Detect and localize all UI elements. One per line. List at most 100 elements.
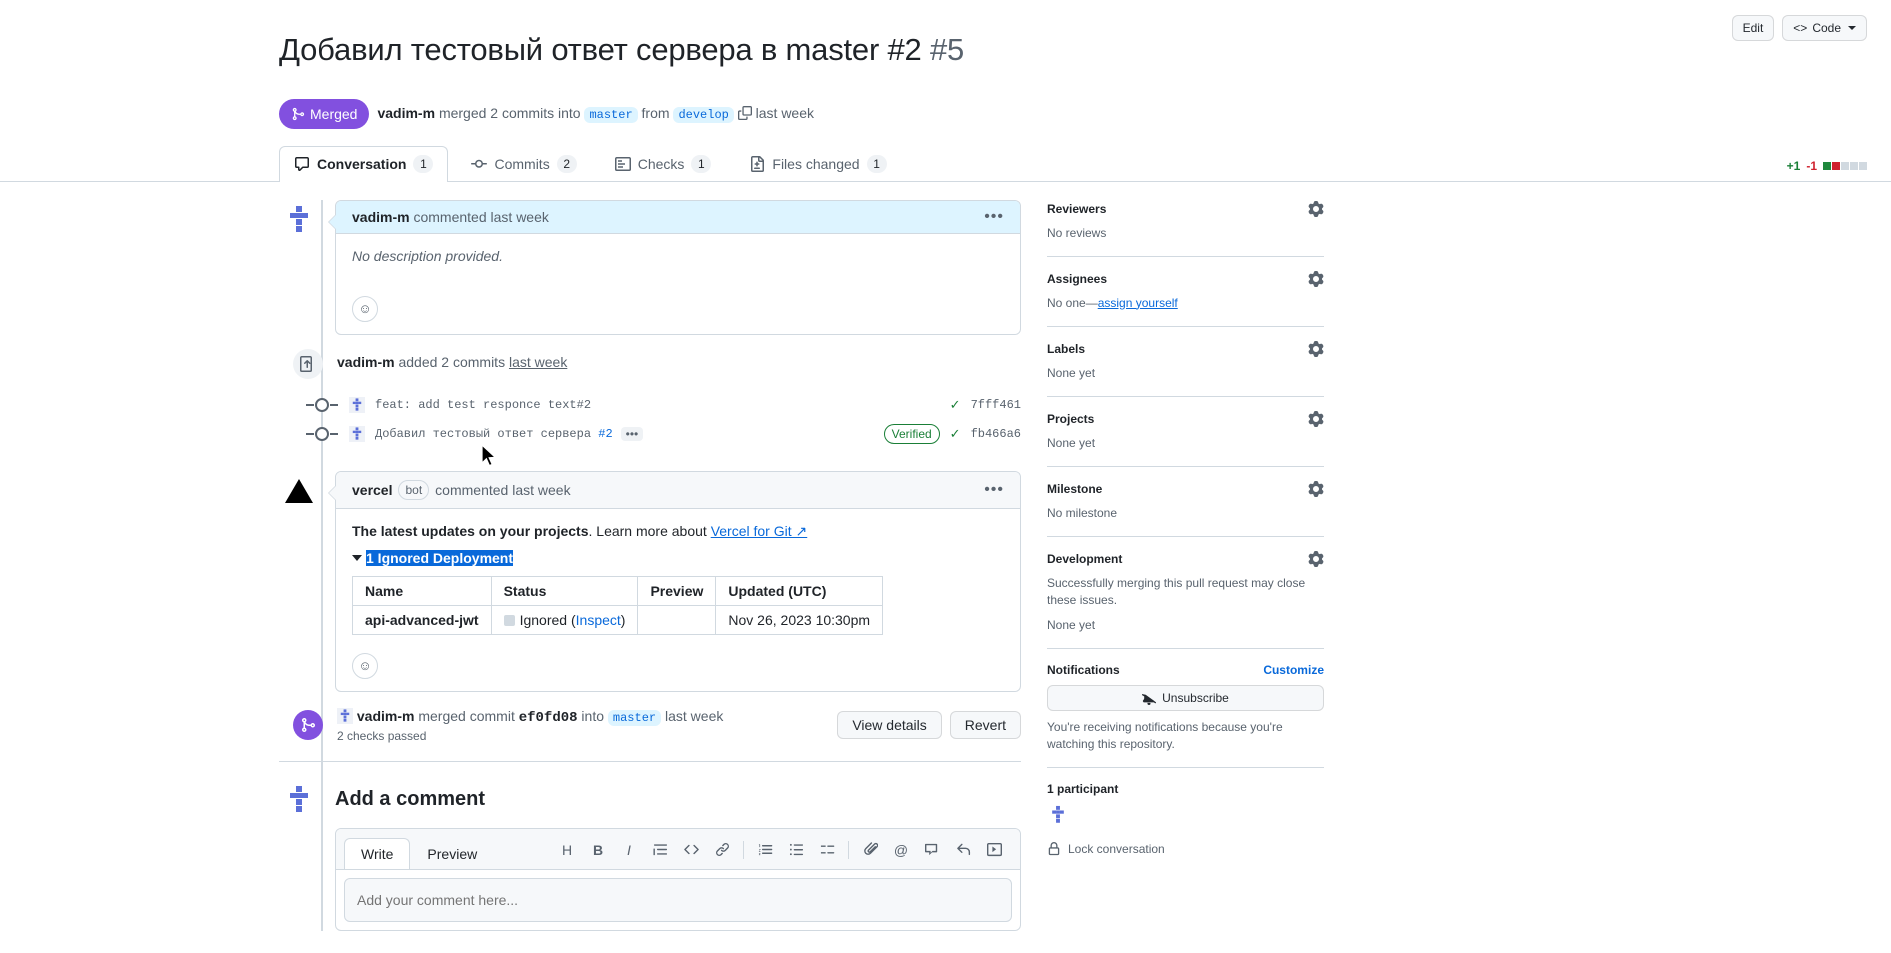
sidebar: Reviewers No reviews Assignees No one—as… (1021, 200, 1324, 931)
chevron-down-icon (1848, 26, 1856, 30)
deployments-disclosure[interactable]: 1 Ignored Deployment (352, 549, 1004, 566)
inspect-link[interactable]: Inspect (576, 612, 621, 628)
assign-yourself-link[interactable]: assign yourself (1098, 296, 1178, 310)
gear-icon[interactable] (1308, 340, 1324, 357)
avatar[interactable] (279, 199, 319, 240)
status-badge-label: Merged (310, 105, 358, 122)
column-header-name: Name (352, 575, 492, 606)
customize-notifications-link[interactable]: Customize (1263, 663, 1324, 677)
diffstat-additions: +1 (1786, 158, 1801, 173)
heading-icon[interactable]: H (553, 837, 581, 863)
reply-icon[interactable] (949, 837, 977, 863)
assignees-none: No one— (1047, 295, 1098, 310)
unordered-list-icon[interactable] (782, 837, 810, 863)
column-header-status: Status (490, 575, 639, 606)
gear-icon[interactable] (1308, 200, 1324, 217)
avatar[interactable] (279, 779, 319, 820)
tab-commits[interactable]: Commits 2 (456, 146, 591, 182)
gear-icon[interactable] (1308, 270, 1324, 287)
reference-icon[interactable] (918, 837, 946, 863)
commit-icon (471, 156, 488, 172)
edit-button[interactable]: Edit (1731, 15, 1775, 41)
timeline: vadim-m commented last week ••• No descr… (279, 199, 1021, 931)
event-time[interactable]: last week (509, 354, 567, 370)
from-word: from (641, 105, 670, 122)
event-author[interactable]: vadim-m (337, 354, 395, 370)
gear-icon[interactable] (1308, 480, 1324, 497)
comment-action: commented (413, 208, 487, 225)
code-button[interactable]: <> Code (1782, 15, 1867, 41)
comment-vadim-m: vadim-m commented last week ••• No descr… (279, 199, 1021, 335)
sidebar-section-notifications: Notifications Customize Unsubscribe You'… (1047, 663, 1324, 768)
vercel-for-git-link[interactable]: Vercel for Git ↗ (711, 523, 808, 539)
page-title: Добавил тестовый ответ сервера в master … (279, 31, 964, 69)
kebab-menu-icon[interactable]: ••• (984, 208, 1004, 224)
commit-row: Добавил тестовый ответ сервера #2 ••• Ve… (279, 420, 1021, 449)
merge-status-row: Merged vadim-m merged 2 commits into mas… (0, 90, 1891, 129)
cell-preview (637, 604, 717, 635)
participant-avatar[interactable] (1047, 803, 1069, 826)
commit-expand-icon[interactable]: ••• (620, 427, 644, 442)
base-branch[interactable]: master (584, 107, 638, 124)
comment-author[interactable]: vadim-m (352, 209, 410, 225)
view-details-button[interactable]: View details (837, 711, 942, 740)
lock-conversation-button[interactable]: Lock conversation (1047, 841, 1324, 856)
comment-input[interactable] (344, 877, 1012, 922)
attach-icon[interactable] (856, 837, 884, 863)
bold-icon[interactable]: B (584, 837, 612, 863)
kebab-menu-icon[interactable]: ••• (984, 481, 1004, 497)
cell-project-name: api-advanced-jwt (352, 604, 492, 635)
unsubscribe-button[interactable]: Unsubscribe (1047, 684, 1324, 711)
sidebar-header: Notifications Customize (1047, 663, 1324, 677)
saved-reply-icon[interactable] (980, 837, 1008, 863)
pr-tabs: Conversation 1 Commits 2 Checks 1 Files … (0, 145, 1891, 182)
code-icon[interactable] (677, 837, 705, 863)
tab-files-changed[interactable]: Files changed 1 (734, 146, 901, 182)
reaction-row: ☺ (336, 641, 1020, 691)
copy-icon[interactable] (737, 105, 756, 121)
merged-icon (293, 710, 323, 741)
pr-body: vadim-m commented last week ••• No descr… (0, 182, 1891, 931)
head-branch[interactable]: develop (673, 107, 734, 124)
tab-checks[interactable]: Checks 1 (600, 146, 727, 182)
commit-message[interactable]: Добавил тестовый ответ сервера #2 (375, 427, 613, 441)
diffstat: +1 -1 (1787, 159, 1867, 181)
link-icon[interactable] (708, 837, 736, 863)
verified-badge[interactable]: Verified (883, 424, 940, 445)
add-reaction-icon[interactable]: ☺ (352, 295, 378, 322)
event-text: vadim-m added 2 commits last week (323, 349, 1021, 370)
notifications-title: Notifications (1047, 662, 1120, 677)
commit-message-text: Добавил тестовый ответ сервера (375, 427, 592, 442)
merge-event-author[interactable]: vadim-m (357, 708, 415, 724)
unsubscribe-label: Unsubscribe (1162, 690, 1229, 705)
merge-event-text: vadim-m merged commit ef0fd08 into maste… (323, 707, 837, 726)
timeline-column: vadim-m commented last week ••• No descr… (279, 199, 1021, 931)
ordered-list-icon[interactable] (751, 837, 779, 863)
bot-intro-bold: The latest updates on your projects (352, 522, 589, 539)
italic-icon[interactable]: I (615, 837, 643, 863)
revert-button[interactable]: Revert (949, 711, 1021, 740)
sidebar-section-reviewers: Reviewers No reviews (1047, 200, 1324, 257)
commit-sha[interactable]: 7fff461 (971, 398, 1021, 412)
lock-icon (1047, 841, 1061, 856)
commit-ref-link[interactable]: #2 (598, 427, 612, 441)
merge-target-branch[interactable]: master (607, 709, 662, 726)
tab-preview[interactable]: Preview (410, 838, 494, 869)
tab-conversation[interactable]: Conversation 1 (279, 145, 449, 182)
add-reaction-icon[interactable]: ☺ (352, 652, 378, 679)
pull-request-page: Добавил тестовый ответ сервера в master … (0, 0, 1891, 953)
gear-icon[interactable] (1308, 410, 1324, 427)
avatar[interactable] (279, 470, 319, 511)
comment-author[interactable]: vercel (352, 482, 392, 498)
gear-icon[interactable] (1308, 550, 1324, 567)
composer-body (336, 870, 1020, 930)
quote-icon[interactable] (646, 837, 674, 863)
tab-write[interactable]: Write (344, 838, 411, 870)
task-list-icon[interactable] (813, 837, 841, 863)
mention-icon[interactable]: @ (887, 837, 915, 863)
development-body-empty: None yet (1047, 617, 1096, 632)
commit-sha[interactable]: fb466a6 (971, 427, 1021, 441)
chevron-down-icon[interactable] (352, 554, 362, 561)
merge-commit-sha[interactable]: ef0fd08 (519, 710, 578, 726)
commit-message[interactable]: feat: add test responce text#2 (375, 398, 591, 412)
